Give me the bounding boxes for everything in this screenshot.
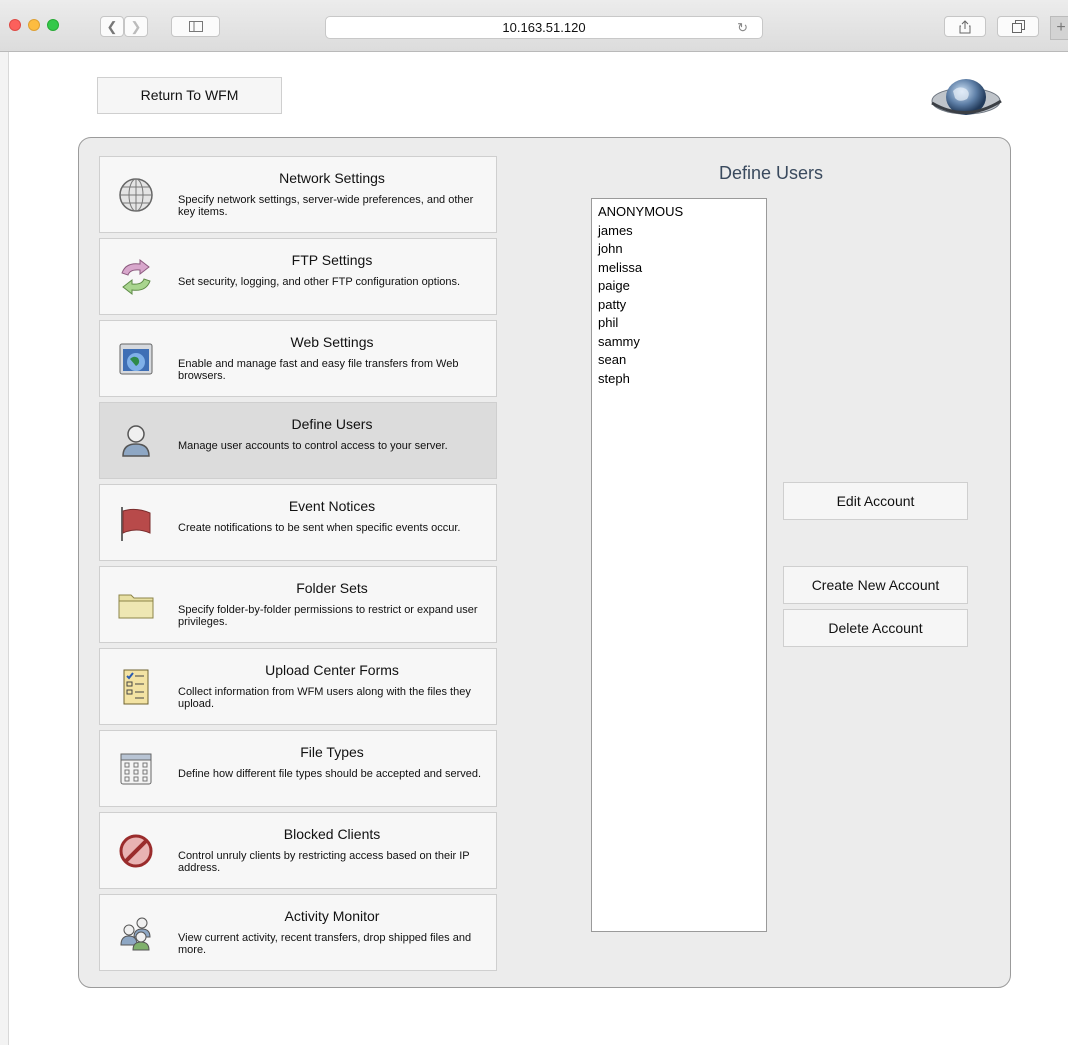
menu-item-title: Define Users xyxy=(291,416,373,432)
menu-item-ftp-settings[interactable]: FTP Settings Set security, logging, and … xyxy=(99,238,497,315)
window-edge xyxy=(0,52,9,1045)
user-icon xyxy=(122,425,150,457)
user-list-item[interactable]: ANONYMOUS xyxy=(598,203,760,222)
menu-item-description: View current activity, recent transfers,… xyxy=(178,932,472,956)
user-list-item[interactable]: james xyxy=(598,222,760,241)
user-list-item[interactable]: melissa xyxy=(598,259,760,278)
delete-account-button[interactable]: Delete Account xyxy=(783,609,968,647)
menu-item-event-notices[interactable]: Event Notices Create notifications to be… xyxy=(99,484,497,561)
sidebar-icon xyxy=(188,21,203,32)
menu-item-title: FTP Settings xyxy=(291,252,373,268)
forward-button[interactable]: ❯ xyxy=(124,16,148,37)
web-window-icon xyxy=(119,343,153,375)
menu-item-title: Activity Monitor xyxy=(284,908,380,924)
menu-item-blocked-clients[interactable]: Blocked Clients Control unruly clients b… xyxy=(99,812,497,889)
menu-item-description: Set security, logging, and other FTP con… xyxy=(178,276,461,288)
back-button[interactable]: ❮ xyxy=(100,16,124,37)
menu-item-network-settings[interactable]: Network Settings Specify network setting… xyxy=(99,156,497,233)
menu-item-description: Specify network settings, server-wide pr… xyxy=(178,194,474,218)
user-list-item[interactable]: phil xyxy=(598,314,760,333)
section-title: Define Users xyxy=(719,163,824,183)
menu-item-title: Network Settings xyxy=(279,170,385,186)
globe-icon xyxy=(119,178,153,212)
user-list-item[interactable]: steph xyxy=(598,370,760,389)
checklist-icon xyxy=(123,669,149,705)
menu-item-activity-monitor[interactable]: Activity Monitor View current activity, … xyxy=(99,894,497,971)
menu-item-description: Create notifications to be sent when spe… xyxy=(178,522,461,534)
menu-item-title: File Types xyxy=(300,744,364,760)
menu-item-title: Blocked Clients xyxy=(283,826,381,842)
menu-item-title: Folder Sets xyxy=(296,580,368,596)
zoom-window-button[interactable] xyxy=(47,19,59,31)
settings-panel: Network Settings Specify network setting… xyxy=(78,137,1011,988)
server-globe-logo-icon xyxy=(931,79,1002,115)
chevron-right-icon: ❯ xyxy=(130,18,142,34)
menu-item-folder-sets[interactable]: Folder Sets Specify folder-by-folder per… xyxy=(99,566,497,643)
close-window-button[interactable] xyxy=(9,19,21,31)
menu-item-description: Specify folder-by-folder permissions to … xyxy=(178,604,478,628)
share-icon xyxy=(959,19,971,33)
menu-item-description: Define how different file types should b… xyxy=(178,768,482,780)
users-group-icon xyxy=(120,917,151,951)
user-list-item[interactable]: paige xyxy=(598,277,760,296)
new-tab-button[interactable]: + xyxy=(1050,16,1068,40)
calendar-grid-icon xyxy=(120,753,152,785)
minimize-window-button[interactable] xyxy=(28,19,40,31)
menu-item-description: Control unruly clients by restricting ac… xyxy=(178,850,470,874)
folder-icon xyxy=(118,594,154,619)
user-list-item[interactable]: john xyxy=(598,240,760,259)
edit-account-button[interactable]: Edit Account xyxy=(783,482,968,520)
user-list-item[interactable]: sammy xyxy=(598,333,760,352)
reload-icon[interactable]: ↻ xyxy=(737,17,748,38)
browser-toolbar: ❮ ❯ 10.163.51.120 ↻ + xyxy=(0,0,1068,52)
flag-icon xyxy=(121,507,151,541)
tabs-icon xyxy=(1011,20,1025,33)
show-tabs-button[interactable] xyxy=(997,16,1039,37)
sidebar-toggle-button[interactable] xyxy=(171,16,220,37)
menu-item-define-users[interactable]: Define Users Manage user accounts to con… xyxy=(99,402,497,479)
user-list-item[interactable]: patty xyxy=(598,296,760,315)
menu-item-title: Web Settings xyxy=(290,334,374,350)
return-to-wfm-button[interactable]: Return To WFM xyxy=(97,77,282,114)
menu-item-title: Event Notices xyxy=(288,498,376,514)
user-list[interactable]: ANONYMOUS james john melissa paige patty… xyxy=(591,198,767,932)
share-button[interactable] xyxy=(944,16,986,37)
menu-item-description: Manage user accounts to control access t… xyxy=(178,440,448,452)
create-new-account-button[interactable]: Create New Account xyxy=(783,566,968,604)
menu-item-file-types[interactable]: File Types Define how different file typ… xyxy=(99,730,497,807)
address-bar[interactable]: 10.163.51.120 ↻ xyxy=(325,16,763,39)
menu-item-title: Upload Center Forms xyxy=(265,662,399,678)
menu-item-upload-center-forms[interactable]: Upload Center Forms Collect information … xyxy=(99,648,497,725)
menu-item-web-settings[interactable]: Web Settings Enable and manage fast and … xyxy=(99,320,497,397)
blocked-icon xyxy=(119,834,153,868)
menu-item-description: Enable and manage fast and easy file tra… xyxy=(178,358,459,382)
menu-item-description: Collect information from WFM users along… xyxy=(178,686,471,710)
user-list-item[interactable]: sean xyxy=(598,351,760,370)
chevron-left-icon: ❮ xyxy=(106,18,118,34)
sync-arrows-icon xyxy=(121,258,151,296)
url-text: 10.163.51.120 xyxy=(502,20,586,35)
